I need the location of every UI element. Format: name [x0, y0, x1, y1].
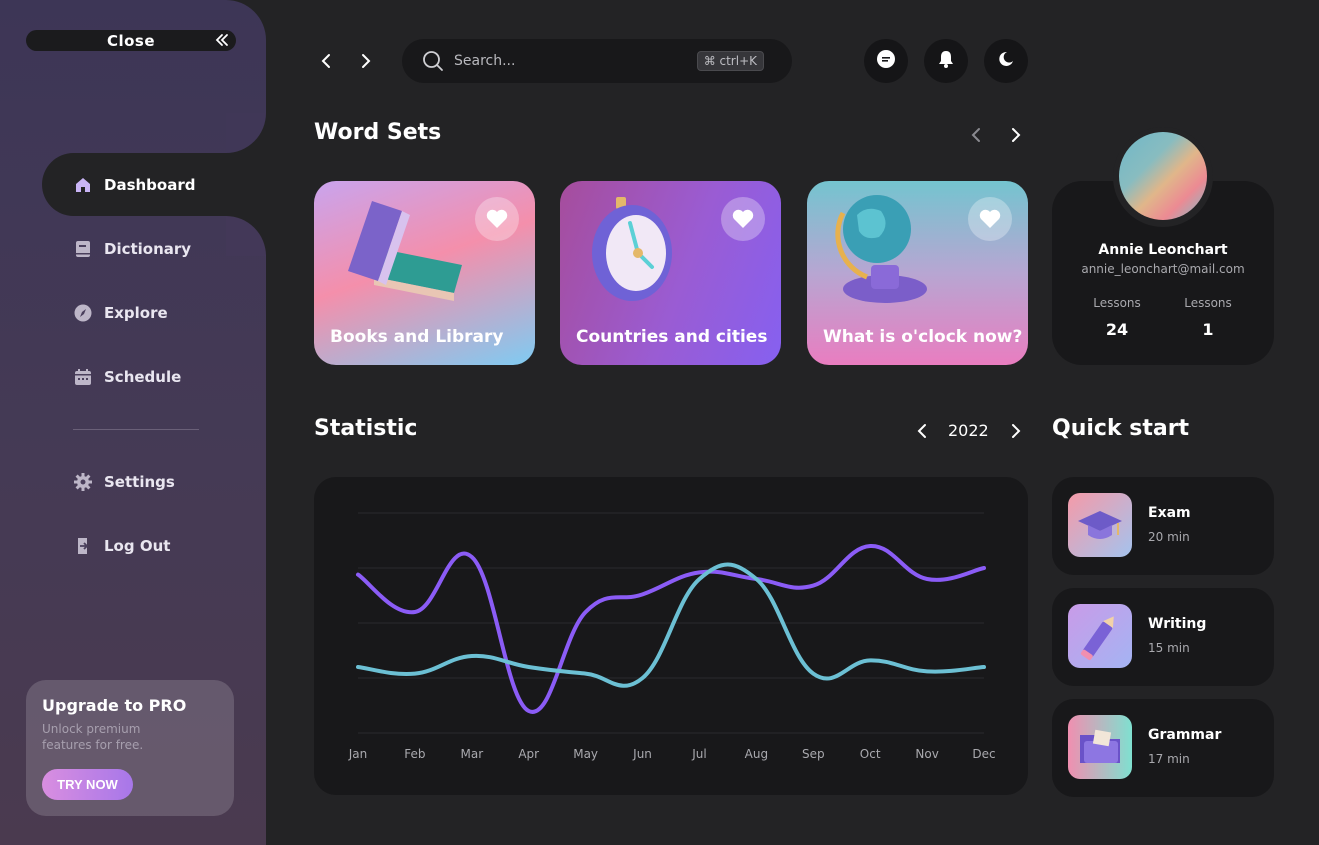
x-tick-label: Jul — [691, 747, 706, 761]
moon-icon — [997, 50, 1015, 72]
close-sidebar-button[interactable]: Close — [26, 30, 236, 51]
sidebar-notch — [226, 216, 266, 256]
sidebar-item-logout[interactable]: Log Out — [72, 534, 170, 558]
word-sets-next-button[interactable] — [1004, 123, 1028, 147]
search-icon — [422, 50, 444, 76]
year-prev-button[interactable] — [910, 419, 934, 443]
profile-email: annie_leonchart@mail.com — [1081, 262, 1245, 276]
bell-icon — [936, 49, 956, 73]
forward-button[interactable] — [354, 49, 378, 73]
x-tick-label: Mar — [460, 747, 483, 761]
sidebar-item-label: Dictionary — [104, 240, 192, 258]
sidebar-notch — [226, 113, 266, 153]
quick-start-title: Quick start — [1052, 416, 1190, 441]
favorite-button[interactable] — [475, 197, 519, 241]
statistic-chart: Jan Feb Mar Apr May Jun Jul Aug Sep Oct Nov Dec — [314, 477, 1028, 795]
x-tick-label: Dec — [972, 747, 995, 761]
x-tick-label: Apr — [518, 747, 539, 761]
x-tick-label: May — [573, 747, 598, 761]
chevron-left-icon — [971, 128, 980, 142]
try-now-button[interactable]: TRY NOW — [42, 769, 133, 800]
sidebar-item-dictionary[interactable]: Dictionary — [72, 237, 191, 261]
stat-value: 1 — [1202, 320, 1214, 339]
x-tick-label: Feb — [404, 747, 425, 761]
theme-toggle-button[interactable] — [984, 39, 1028, 83]
graduation-cap-icon — [1068, 493, 1132, 557]
x-tick-label: Sep — [802, 747, 825, 761]
line-chart: Jan Feb Mar Apr May Jun Jul Aug Sep Oct Nov Dec — [348, 512, 996, 761]
upgrade-subtitle: Unlock premium features for free. — [42, 722, 144, 752]
notifications-button[interactable] — [924, 39, 968, 83]
search-bar: ⌘ ctrl+K — [402, 39, 792, 83]
word-sets-prev-button[interactable] — [964, 123, 988, 147]
avatar[interactable] — [1119, 132, 1207, 220]
gear-icon — [72, 471, 94, 493]
quick-start-duration: 17 min — [1148, 752, 1190, 766]
x-tick-label: Jan — [348, 747, 368, 761]
quick-start-title-text: Writing — [1148, 616, 1207, 632]
folder-icon — [1068, 715, 1132, 779]
sidebar-item-label: Log Out — [104, 537, 171, 555]
favorite-button[interactable] — [968, 197, 1012, 241]
word-set-title: What is o'clock now? — [823, 327, 1023, 347]
word-set-card-clock[interactable]: What is o'clock now? — [807, 181, 1028, 365]
upgrade-title: Upgrade to PRO — [42, 696, 187, 715]
sidebar-item-explore[interactable]: Explore — [72, 301, 168, 325]
chevron-right-icon — [1012, 424, 1021, 438]
heart-icon — [486, 209, 508, 228]
chevron-right-icon — [1012, 128, 1021, 142]
chevron-left-icon — [321, 54, 330, 68]
logout-icon — [72, 535, 94, 557]
home-icon — [72, 174, 94, 196]
quick-start-item-exam[interactable]: Exam 20 min — [1052, 477, 1274, 575]
quick-start-duration: 15 min — [1148, 641, 1190, 655]
chevron-left-icon — [917, 424, 926, 438]
chevron-right-icon — [362, 54, 371, 68]
sidebar-item-label: Explore — [104, 304, 168, 322]
chat-icon — [876, 49, 896, 73]
sidebar-item-dashboard[interactable]: Dashboard — [72, 173, 195, 197]
stat-label: Lessons — [1184, 296, 1232, 310]
pencil-icon — [1068, 604, 1132, 668]
close-label: Close — [106, 31, 156, 50]
calendar-icon — [72, 366, 94, 388]
sidebar-divider — [73, 429, 199, 430]
x-tick-label: Aug — [745, 747, 768, 761]
stat-label: Lessons — [1093, 296, 1141, 310]
x-tick-label: Jun — [632, 747, 652, 761]
book-icon — [72, 238, 94, 260]
quick-start-item-grammar[interactable]: Grammar 17 min — [1052, 699, 1274, 797]
heart-icon — [979, 209, 1001, 228]
quick-start-title-text: Exam — [1148, 505, 1191, 521]
x-tick-label: Oct — [860, 747, 881, 761]
word-set-title: Books and Library — [330, 327, 504, 347]
stat-value: 24 — [1105, 320, 1129, 339]
search-input[interactable] — [454, 50, 674, 72]
year-next-button[interactable] — [1004, 419, 1028, 443]
double-chevron-left-icon — [214, 32, 230, 52]
sidebar-item-label: Settings — [104, 473, 175, 491]
quick-start-item-writing[interactable]: Writing 15 min — [1052, 588, 1274, 686]
x-tick-label: Nov — [915, 747, 938, 761]
back-button[interactable] — [314, 49, 338, 73]
sidebar-item-schedule[interactable]: Schedule — [72, 365, 181, 389]
keyboard-shortcut-badge: ⌘ ctrl+K — [696, 51, 764, 71]
quick-start-title-text: Grammar — [1148, 727, 1222, 743]
compass-icon — [72, 302, 94, 324]
quick-start-duration: 20 min — [1148, 530, 1190, 544]
sidebar-item-label: Schedule — [104, 368, 182, 386]
word-set-card-books[interactable]: Books and Library — [314, 181, 535, 365]
sidebar-item-settings[interactable]: Settings — [72, 470, 175, 494]
chat-button[interactable] — [864, 39, 908, 83]
favorite-button[interactable] — [721, 197, 765, 241]
sidebar-item-label: Dashboard — [104, 176, 196, 194]
statistic-title: Statistic — [314, 416, 418, 441]
year-label: 2022 — [948, 421, 989, 440]
profile-name: Annie Leonchart — [1098, 242, 1228, 258]
word-set-card-countries[interactable]: Countries and cities — [560, 181, 781, 365]
upgrade-card: Upgrade to PRO Unlock premium features f… — [26, 680, 234, 816]
heart-icon — [732, 209, 754, 228]
word-set-title: Countries and cities — [576, 327, 768, 347]
word-sets-title: Word Sets — [314, 120, 442, 145]
